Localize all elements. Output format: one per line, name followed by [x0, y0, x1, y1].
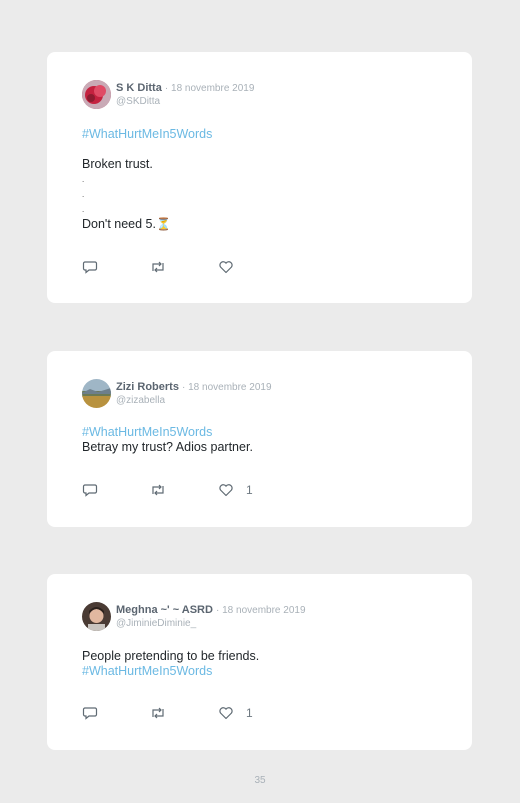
tweet-card-3: Meghna ~' ~ ASRD · 18 novembre 2019 @Jim…: [47, 574, 472, 750]
author-handle[interactable]: @JiminieDiminie_: [116, 618, 196, 629]
retweet-button[interactable]: [149, 482, 167, 498]
author-name[interactable]: S K Ditta: [116, 82, 162, 94]
tweet-date[interactable]: · 18 novembre 2019: [182, 382, 272, 393]
avatar[interactable]: [82, 379, 111, 408]
hourglass-icon: ⏳: [155, 217, 171, 231]
tweet-text-line: .: [82, 190, 85, 199]
like-count: 1: [246, 483, 253, 497]
hashtag-link[interactable]: #WhatHurtMeIn5Words: [82, 425, 253, 440]
tweet-body: #WhatHurtMeIn5Words Broken trust. . . . …: [82, 127, 212, 232]
retweet-button[interactable]: [149, 259, 167, 275]
heart-icon: [219, 707, 233, 720]
reply-icon: [82, 261, 98, 274]
tweet-actions: 1: [82, 482, 302, 498]
heart-icon: [219, 261, 233, 274]
avatar[interactable]: [82, 602, 111, 631]
author-handle[interactable]: @SKDitta: [116, 96, 160, 107]
tweet-date[interactable]: · 18 novembre 2019: [216, 605, 306, 616]
retweet-icon: [152, 484, 164, 496]
tweet-text-line: Broken trust.: [82, 157, 153, 171]
tweet-text-line: .: [82, 175, 85, 184]
author-handle[interactable]: @zizabella: [116, 395, 165, 406]
page-number: 35: [254, 775, 266, 786]
reply-icon: [82, 484, 98, 497]
heart-icon: [219, 484, 233, 497]
reply-icon: [82, 707, 98, 720]
tweet-card-1: S K Ditta · 18 novembre 2019 @SKDitta #W…: [47, 52, 472, 303]
like-button[interactable]: 1: [218, 705, 253, 721]
retweet-icon: [152, 261, 164, 273]
retweet-button[interactable]: [149, 705, 167, 721]
reply-button[interactable]: [82, 482, 98, 498]
tweet-text: Betray my trust? Adios partner.: [82, 440, 253, 454]
tweet-actions: [82, 259, 282, 275]
like-button[interactable]: 1: [218, 482, 253, 498]
like-button[interactable]: [218, 259, 234, 275]
tweet-header: Zizi Roberts · 18 novembre 2019 @zizabel…: [116, 381, 272, 407]
tweet-body: People pretending to be friends. #WhatHu…: [82, 649, 259, 679]
hashtag-link[interactable]: #WhatHurtMeIn5Words: [82, 664, 259, 679]
reply-button[interactable]: [82, 259, 98, 275]
tweet-header: Meghna ~' ~ ASRD · 18 novembre 2019 @Jim…: [116, 604, 306, 630]
tweet-text: People pretending to be friends.: [82, 649, 260, 663]
like-count: 1: [246, 706, 253, 720]
tweet-text-line: Don't need 5.: [82, 217, 156, 231]
tweet-actions: 1: [82, 705, 302, 721]
retweet-icon: [152, 707, 164, 719]
avatar[interactable]: [82, 80, 111, 109]
author-name[interactable]: Zizi Roberts: [116, 381, 179, 393]
tweet-text-line: .: [82, 205, 85, 214]
author-name[interactable]: Meghna ~' ~ ASRD: [116, 604, 213, 616]
tweet-body: #WhatHurtMeIn5Words Betray my trust? Adi…: [82, 425, 253, 455]
reply-button[interactable]: [82, 705, 98, 721]
tweet-card-2: Zizi Roberts · 18 novembre 2019 @zizabel…: [47, 351, 472, 527]
hashtag-link[interactable]: #WhatHurtMeIn5Words: [82, 127, 212, 142]
tweet-date[interactable]: · 18 novembre 2019: [165, 83, 255, 94]
tweet-header: S K Ditta · 18 novembre 2019 @SKDitta: [116, 82, 254, 108]
